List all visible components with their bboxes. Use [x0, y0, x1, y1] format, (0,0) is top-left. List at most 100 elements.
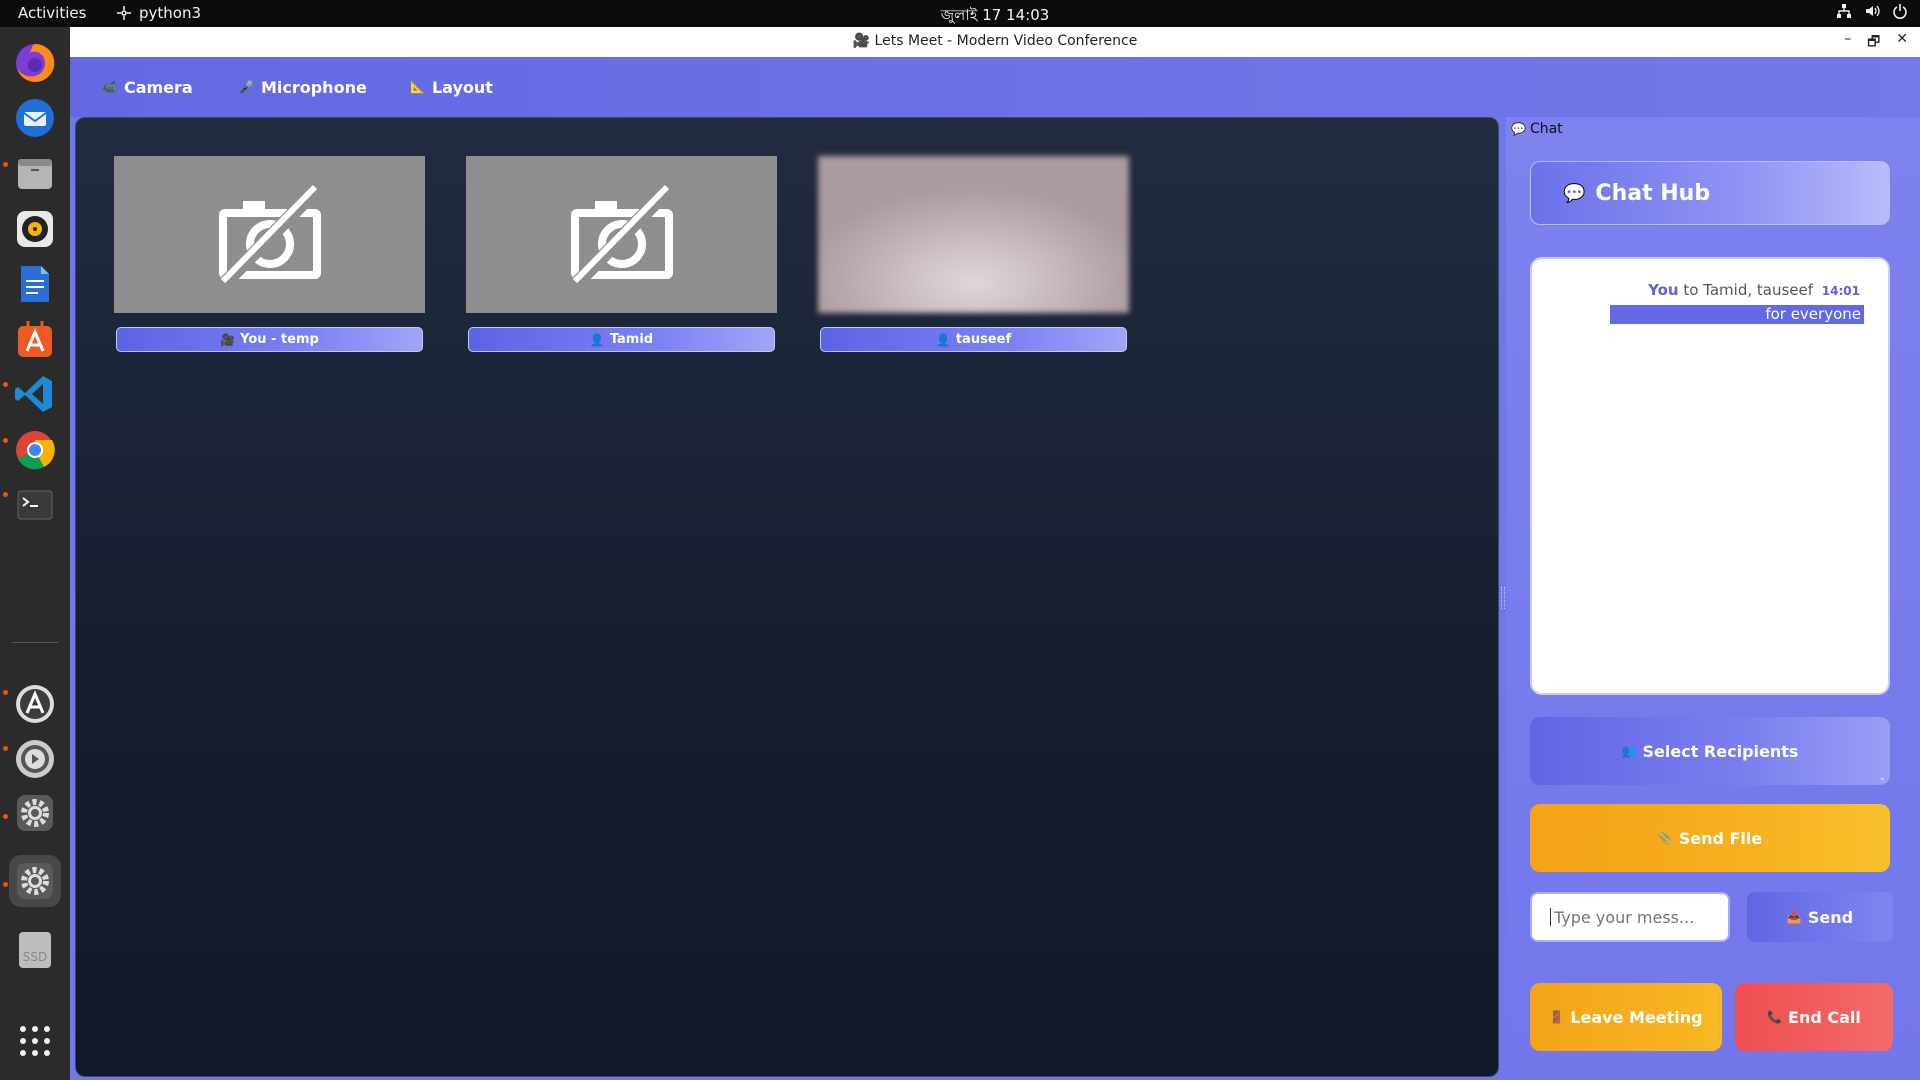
show-apps-icon[interactable] — [9, 1015, 61, 1067]
participant-name-label: 👤 Tamid — [468, 327, 775, 352]
microphone-menu-label: Microphone — [260, 77, 367, 97]
thunderbird-icon[interactable] — [9, 92, 61, 144]
chrome-icon[interactable] — [9, 424, 61, 476]
layout-menu[interactable]: 📐 Layout — [410, 74, 493, 100]
running-indicator — [3, 882, 8, 887]
message-header: You to Tamid, tauseef 14:01 — [1648, 281, 1860, 299]
camera-icon: 📹 — [102, 80, 117, 94]
end-call-button[interactable]: 📞 End Call — [1735, 983, 1893, 1051]
running-indicator — [3, 690, 8, 695]
ssd-drive-icon[interactable]: SSD — [9, 924, 61, 976]
camera-off-icon — [569, 184, 673, 285]
camera-icon: 🎥 — [220, 332, 236, 347]
message-sender: You — [1648, 281, 1679, 299]
settings-active-icon[interactable] — [9, 855, 61, 907]
participant-name-label: 👤 tauseef — [820, 327, 1127, 352]
users-icon: 👥 — [1621, 744, 1637, 758]
running-indicator — [3, 814, 8, 819]
participant-name-label: 🎥 You - temp — [116, 327, 423, 352]
message-recipients: to Tamid, tauseef — [1683, 281, 1814, 299]
video-feed — [466, 156, 777, 313]
power-icon — [1893, 4, 1907, 19]
participant-name: tauseef — [955, 332, 1012, 347]
terminal-icon[interactable] — [9, 479, 61, 531]
phone-icon: 📞 — [1767, 1010, 1783, 1024]
firefox-icon[interactable] — [9, 37, 61, 89]
close-button[interactable]: ✕ — [1896, 31, 1908, 55]
participant-tile[interactable]: 🎥 You - temp — [114, 156, 425, 352]
text-cursor — [1550, 908, 1551, 926]
app-window: 🎥 Lets Meet - Modern Video Conference – … — [70, 27, 1920, 1080]
startup-disk-icon[interactable] — [9, 733, 61, 785]
camera-off-icon — [217, 184, 321, 285]
message-input[interactable] — [1530, 892, 1730, 942]
participant-name: Tamid — [609, 332, 654, 347]
system-tray[interactable] — [1836, 3, 1908, 19]
running-indicator — [3, 492, 8, 497]
app-menu[interactable]: python3 — [116, 4, 201, 22]
door-icon: 🚪 — [1549, 1010, 1565, 1024]
maximize-button[interactable]: 🗗 — [1867, 31, 1880, 55]
window-titlebar[interactable]: 🎥 Lets Meet - Modern Video Conference – … — [70, 27, 1920, 57]
participant-tile[interactable]: 👤 tauseef — [818, 156, 1129, 352]
running-indicator — [3, 162, 8, 167]
chevron-down-icon: ⌄ — [1878, 773, 1886, 783]
participant-tile[interactable]: 👤 Tamid — [466, 156, 777, 352]
video-feed — [114, 156, 425, 313]
chat-bubble-icon: 💬 — [1563, 182, 1586, 204]
system-top-bar: Activities python3 জুলাই 17 14:03 — [0, 0, 1920, 27]
select-recipients-dropdown[interactable]: 👥 Select Recipients ⌄ — [1530, 717, 1890, 785]
window-controls: – 🗗 ✕ — [1844, 31, 1908, 55]
send-button[interactable]: 📤 Send — [1747, 892, 1893, 942]
chat-tab-label: Chat — [1529, 121, 1563, 137]
participant-name: You - temp — [240, 332, 319, 347]
vscode-icon[interactable] — [9, 368, 61, 420]
send-label: Send — [1807, 907, 1854, 927]
python-app-icon — [117, 6, 131, 20]
end-call-label: End Call — [1788, 1007, 1861, 1027]
running-indicator — [3, 746, 8, 751]
layout-menu-label: Layout — [431, 77, 493, 97]
dock-separator — [12, 642, 58, 643]
running-indicator — [3, 382, 8, 387]
leave-meeting-label: Leave Meeting — [1570, 1007, 1703, 1027]
software-updater-icon[interactable] — [9, 678, 61, 730]
window-title: 🎥 Lets Meet - Modern Video Conference — [852, 33, 1138, 49]
paperclip-icon: 📎 — [1657, 831, 1673, 845]
dock: SSD — [0, 27, 70, 1080]
chat-panel: 💬 Chat 💬 Chat Hub You to Tamid, tauseef … — [1506, 117, 1920, 1080]
camera-menu[interactable]: 📹 Camera — [102, 74, 193, 100]
panel-splitter-handle[interactable] — [1501, 587, 1505, 609]
message-list[interactable]: You to Tamid, tauseef 14:01 for everyone — [1530, 257, 1890, 695]
leave-meeting-button[interactable]: 🚪 Leave Meeting — [1530, 983, 1722, 1051]
microphone-menu[interactable]: 🎤 Microphone — [239, 74, 367, 100]
layout-icon: 📐 — [410, 80, 425, 94]
user-icon: 👤 — [935, 332, 951, 347]
files-icon[interactable] — [9, 147, 61, 199]
video-feed — [818, 156, 1129, 313]
chat-hub-title: Chat Hub — [1595, 180, 1711, 206]
message-time: 14:01 — [1821, 284, 1860, 298]
app-menu-label: python3 — [139, 4, 202, 22]
chat-hub-header: 💬 Chat Hub — [1530, 161, 1890, 225]
libreoffice-writer-icon[interactable] — [9, 258, 61, 310]
outbox-icon: 📤 — [1786, 910, 1802, 924]
chat-dock-tab[interactable]: 💬 Chat — [1511, 121, 1563, 137]
chat-icon: 💬 — [1511, 122, 1526, 136]
send-file-label: Send File — [1678, 828, 1763, 848]
svg-text:SSD: SSD — [23, 950, 47, 964]
app-center-icon[interactable] — [9, 313, 61, 365]
message-body: for everyone — [1610, 305, 1864, 324]
select-recipients-label: Select Recipients — [1642, 741, 1799, 761]
minimize-button[interactable]: – — [1844, 31, 1851, 55]
settings-icon[interactable] — [9, 787, 61, 839]
volume-icon — [1866, 5, 1880, 17]
rhythmbox-icon[interactable] — [9, 203, 61, 255]
clock[interactable]: জুলাই 17 14:03 — [0, 4, 1920, 29]
video-grid: 🎥 You - temp 👤 Tamid � — [75, 117, 1499, 1077]
activities-button[interactable]: Activities — [18, 4, 86, 22]
running-indicator — [3, 438, 8, 443]
microphone-icon: 🎤 — [239, 80, 254, 94]
send-file-button[interactable]: 📎 Send File — [1530, 804, 1890, 872]
network-icon — [1837, 4, 1851, 18]
